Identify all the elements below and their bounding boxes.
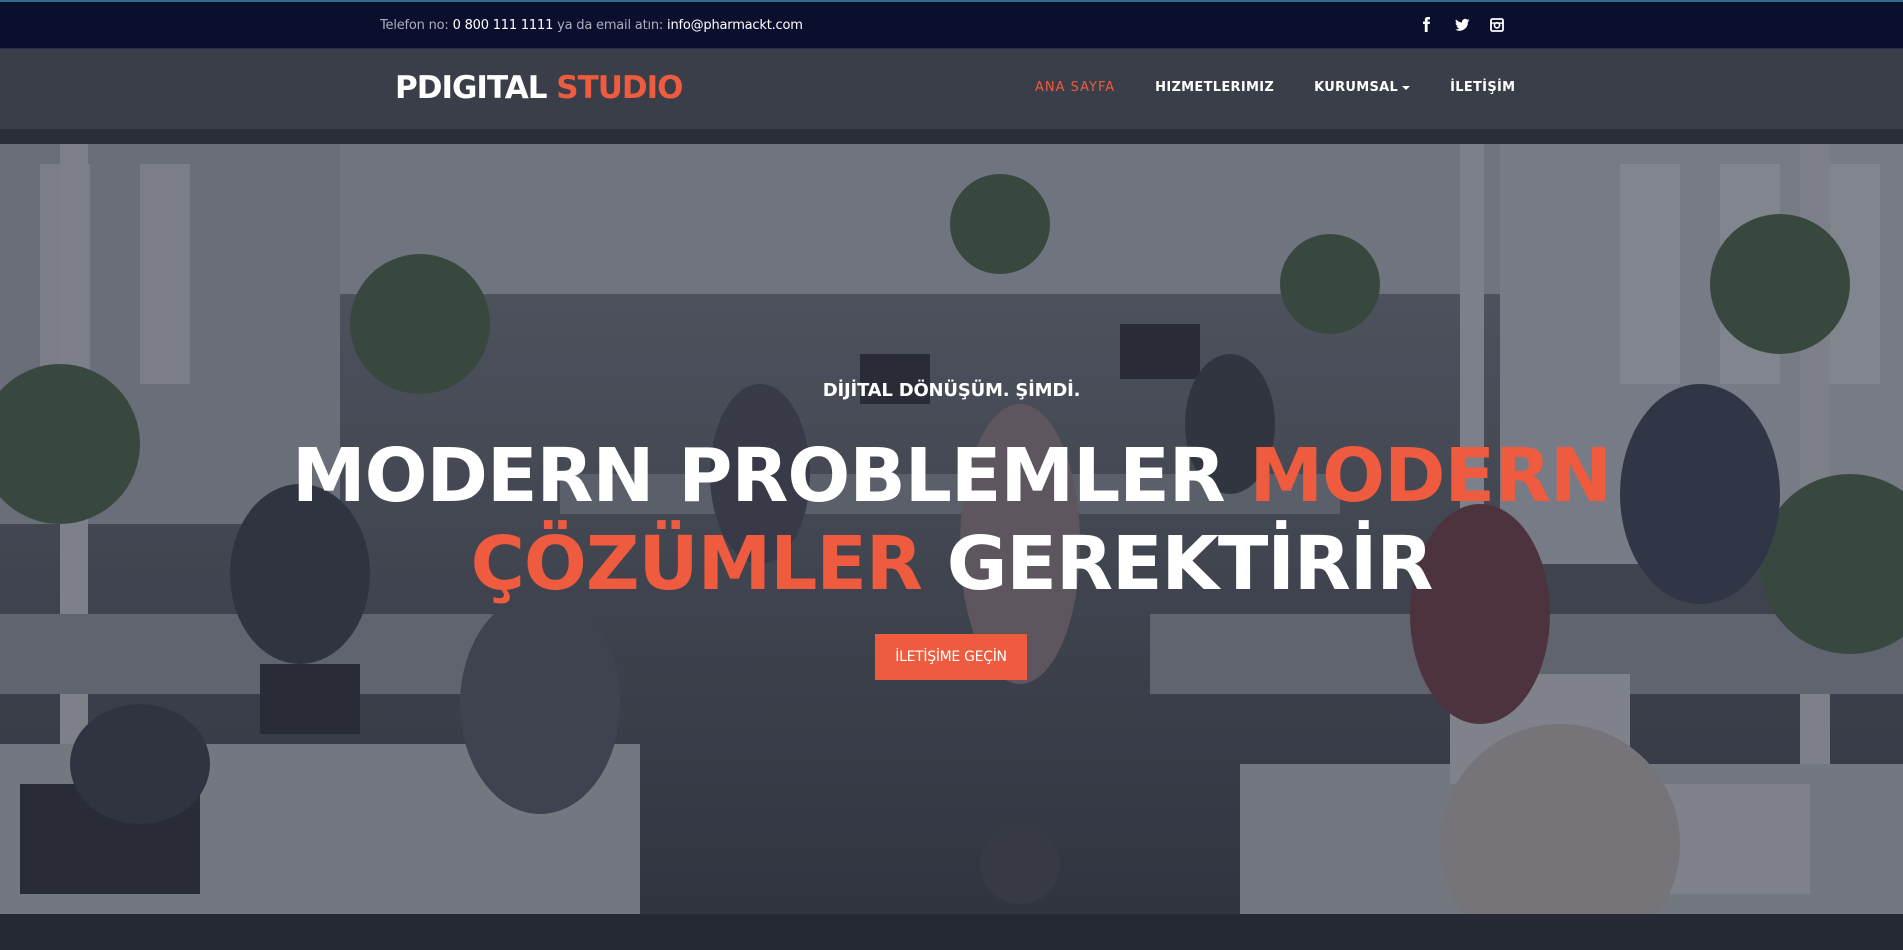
nav-item-services[interactable]: HIZMETLERIMIZ [1155, 80, 1274, 95]
phone-label: Telefon no: [380, 18, 449, 33]
nav-menu: ANA SAYFA HIZMETLERIMIZ KURUMSAL İLETİŞİ… [1035, 80, 1555, 95]
nav-item-contact[interactable]: İLETİŞİM [1450, 80, 1515, 95]
top-contact-bar: Telefon no: 0 800 111 1111 ya da email a… [0, 0, 1903, 49]
headline-line1-accent: MODERN [1249, 433, 1612, 519]
headline-line1-white: MODERN PROBLEMLER [292, 433, 1226, 519]
headline-line2-white: GEREKTİRİR [946, 521, 1434, 607]
page-bottom-strip [0, 914, 1903, 950]
brand-name-accent: STUDIO [556, 70, 683, 106]
hero-content: DİJİTAL DÖNÜŞÜM. ŞİMDİ. MODERN PROBLEMLE… [0, 144, 1903, 914]
hero-headline: MODERN PROBLEMLER MODERN ÇÖZÜMLER GEREKT… [0, 432, 1903, 608]
chevron-down-icon [1402, 85, 1411, 90]
brand-logo[interactable]: PDIGITAL STUDIO [395, 70, 684, 106]
email-prompt: ya da email atın: [557, 18, 664, 33]
phone-number[interactable]: 0 800 111 1111 [453, 18, 554, 33]
contact-info: Telefon no: 0 800 111 1111 ya da email a… [380, 18, 803, 33]
brand-name-primary: PDIGITAL [395, 70, 547, 106]
headline-line2-accent: ÇÖZÜMLER [470, 521, 923, 607]
social-links [1418, 16, 1523, 34]
contact-cta-button[interactable]: İLETİŞİME GEÇİN [875, 634, 1027, 680]
nav-item-corporate[interactable]: KURUMSAL [1314, 80, 1411, 95]
navbar-bottom-strip [0, 129, 1903, 144]
instagram-icon[interactable] [1488, 16, 1506, 34]
hero-eyebrow: DİJİTAL DÖNÜŞÜM. ŞİMDİ. [822, 380, 1081, 401]
nav-item-home[interactable]: ANA SAYFA [1035, 80, 1115, 95]
email-address[interactable]: info@pharmackt.com [667, 18, 803, 33]
nav-item-corporate-label: KURUMSAL [1314, 80, 1399, 95]
twitter-icon[interactable] [1453, 16, 1471, 34]
facebook-icon[interactable] [1418, 16, 1436, 34]
main-navbar: PDIGITAL STUDIO ANA SAYFA HIZMETLERIMIZ … [0, 49, 1903, 129]
